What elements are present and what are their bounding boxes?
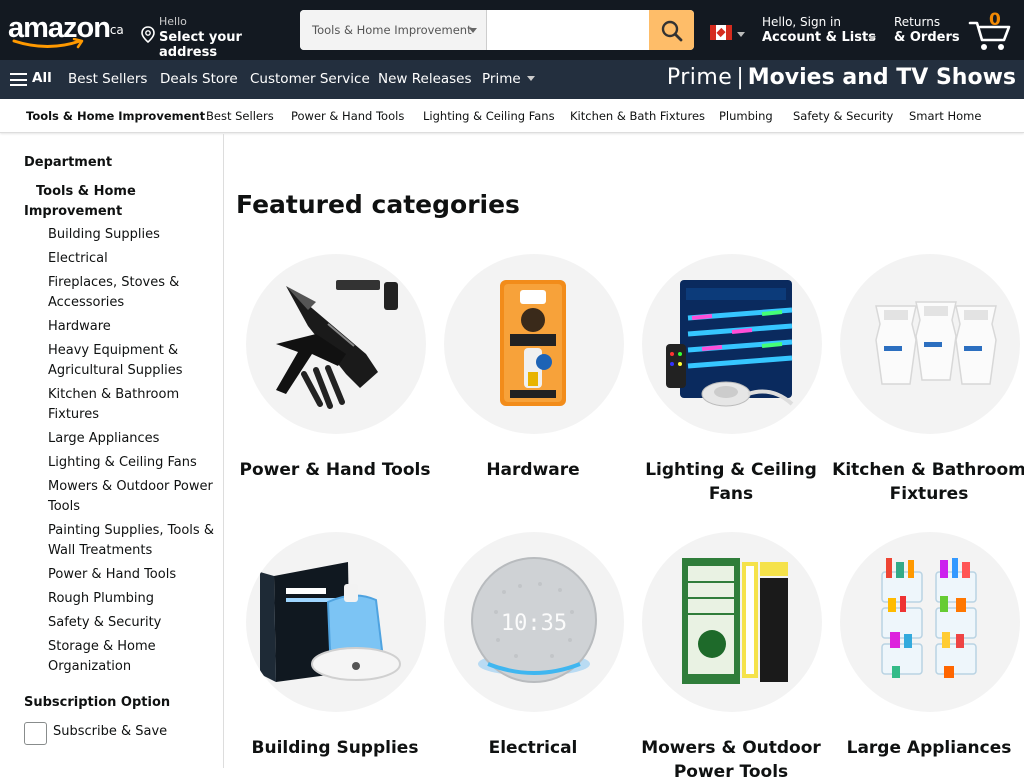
nav-best-sellers[interactable]: Best Sellers [68,71,147,87]
account-and-lists[interactable]: Hello, Sign in Account & Lists [762,12,882,50]
deliver-to-address[interactable]: Hello Select your address [138,12,290,60]
subnav-tools-home[interactable]: Tools & Home Improvement [26,109,205,123]
top-nav-bar: amazon .ca Hello Select your address Too… [0,0,1024,60]
chevron-down-icon [526,76,535,81]
category-label: Power & Hand Tools [239,460,431,480]
department-heading: Department [24,155,113,170]
air-filter-icon [642,532,822,712]
sidebar-parent-category[interactable]: Tools & Home Improvement [24,182,214,222]
nav-all-menu[interactable]: All [32,70,52,86]
humidifier-icon [246,532,426,712]
sidebar-item-large-appliances[interactable]: Large Appliances [48,429,220,449]
prime-banner-brand: Prime [666,65,733,90]
sidebar-item-electrical[interactable]: Electrical [48,249,220,269]
cart-icon [968,21,1011,50]
chevron-down-icon [469,28,477,33]
amazon-logo[interactable]: amazon .ca [8,10,126,50]
sidebar-item-building-supplies[interactable]: Building Supplies [48,225,220,245]
sidebar-parent-line1: Tools & Home [36,184,136,199]
account-greeting: Hello, Sign in [762,15,841,29]
sidebar-item-rough-plumbing[interactable]: Rough Plumbing [48,589,220,609]
language-selector[interactable] [708,24,748,44]
sidebar-parent-line2: Improvement [24,204,123,219]
sidebar-item-hardware[interactable]: Hardware [48,317,220,337]
multitool-knife-icon [246,254,426,434]
category-label: Hardware [486,460,580,480]
subnav-lighting-ceiling-fans[interactable]: Lighting & Ceiling Fans [423,109,555,123]
deliver-address-label: Select your address [159,30,242,60]
sidebar-item-fireplaces[interactable]: Fireplaces, Stoves & Accessories [48,273,220,313]
nav-deals-store[interactable]: Deals Store [160,71,238,87]
subscription-heading: Subscription Option [24,695,171,710]
main-nav-bar: All Best Sellers Deals Store Customer Se… [0,60,1024,99]
subscribe-save-checkbox[interactable] [24,722,47,745]
svg-text:10:35: 10:35 [501,611,567,636]
logo-tld: .ca [106,23,124,37]
category-sub-nav: Tools & Home Improvement Best Sellers Po… [0,99,1024,133]
subnav-power-hand-tools[interactable]: Power & Hand Tools [291,109,404,123]
nav-customer-service[interactable]: Customer Service [250,71,370,87]
search-department-label: Tools & Home Improvement [312,23,472,37]
cart-button[interactable]: 0 [968,8,1016,52]
subnav-kitchen-bath-fixtures[interactable]: Kitchen & Bath Fixtures [570,109,705,123]
category-label: Kitchen & Bathroom Fixtures [832,460,1024,504]
hamburger-menu-icon[interactable] [10,73,27,86]
sidebar-item-kitchen-bathroom[interactable]: Kitchen & Bathroom Fixtures [48,385,220,425]
sidebar-item-power-hand-tools[interactable]: Power & Hand Tools [48,565,220,585]
fridge-bins-icon [840,532,1020,712]
search-department-select[interactable]: Tools & Home Improvement [300,10,487,50]
deliver-greeting: Hello [159,15,187,28]
chevron-down-icon [868,36,876,41]
prime-banner-text: Movies and TV Shows [747,65,1016,90]
led-strip-lights-icon [642,254,822,434]
category-label: Building Supplies [251,738,419,758]
nav-prime-menu[interactable]: Prime [482,71,535,87]
smart-speaker-icon: 10:35 [444,532,624,712]
gorilla-glue-icon [444,254,624,434]
subscribe-save-label[interactable]: Subscribe & Save [53,724,167,739]
returns-and-orders[interactable]: Returns & Orders [894,12,964,50]
nav-new-releases[interactable]: New Releases [378,71,472,87]
location-pin-icon [141,26,155,44]
chevron-down-icon [737,32,745,37]
search-button[interactable] [649,10,694,50]
search-icon [661,20,683,42]
sidebar-item-safety-security[interactable]: Safety & Security [48,613,220,633]
department-sidebar: Department Tools & Home Improvement Buil… [0,134,224,768]
sidebar-item-mowers[interactable]: Mowers & Outdoor Power Tools [48,477,220,517]
category-label: Lighting & Ceiling Fans [645,460,817,504]
water-filters-icon [840,254,1020,434]
sidebar-item-heavy-equipment[interactable]: Heavy Equipment & Agricultural Supplies [48,341,220,381]
subnav-best-sellers[interactable]: Best Sellers [206,109,274,123]
subnav-plumbing[interactable]: Plumbing [719,109,773,123]
orders-label: & Orders [894,30,960,45]
returns-label: Returns [894,15,941,29]
smile-arrow-icon [12,38,84,49]
category-label: Mowers & Outdoor Power Tools [641,738,821,782]
account-lists-label: Account & Lists [762,30,876,45]
search-input[interactable] [488,10,649,50]
canada-flag-icon [710,25,732,40]
sidebar-item-painting[interactable]: Painting Supplies, Tools & Wall Treatmen… [48,521,220,561]
main-content: Featured categories Power & Hand Tools H… [225,134,1024,782]
prime-video-banner[interactable]: Prime | Movies and TV Shows [667,65,1016,90]
prime-banner-separator: | [736,65,744,90]
nav-prime-label: Prime [482,71,521,87]
category-label: Large Appliances [846,738,1012,758]
sidebar-item-lighting[interactable]: Lighting & Ceiling Fans [48,453,220,473]
category-label: Electrical [488,738,578,758]
subnav-smart-home[interactable]: Smart Home [909,109,981,123]
subnav-safety-security[interactable]: Safety & Security [793,109,893,123]
search-bar: Tools & Home Improvement [300,10,694,50]
page-title: Featured categories [236,190,520,219]
sidebar-item-storage[interactable]: Storage & Home Organization [48,637,220,677]
